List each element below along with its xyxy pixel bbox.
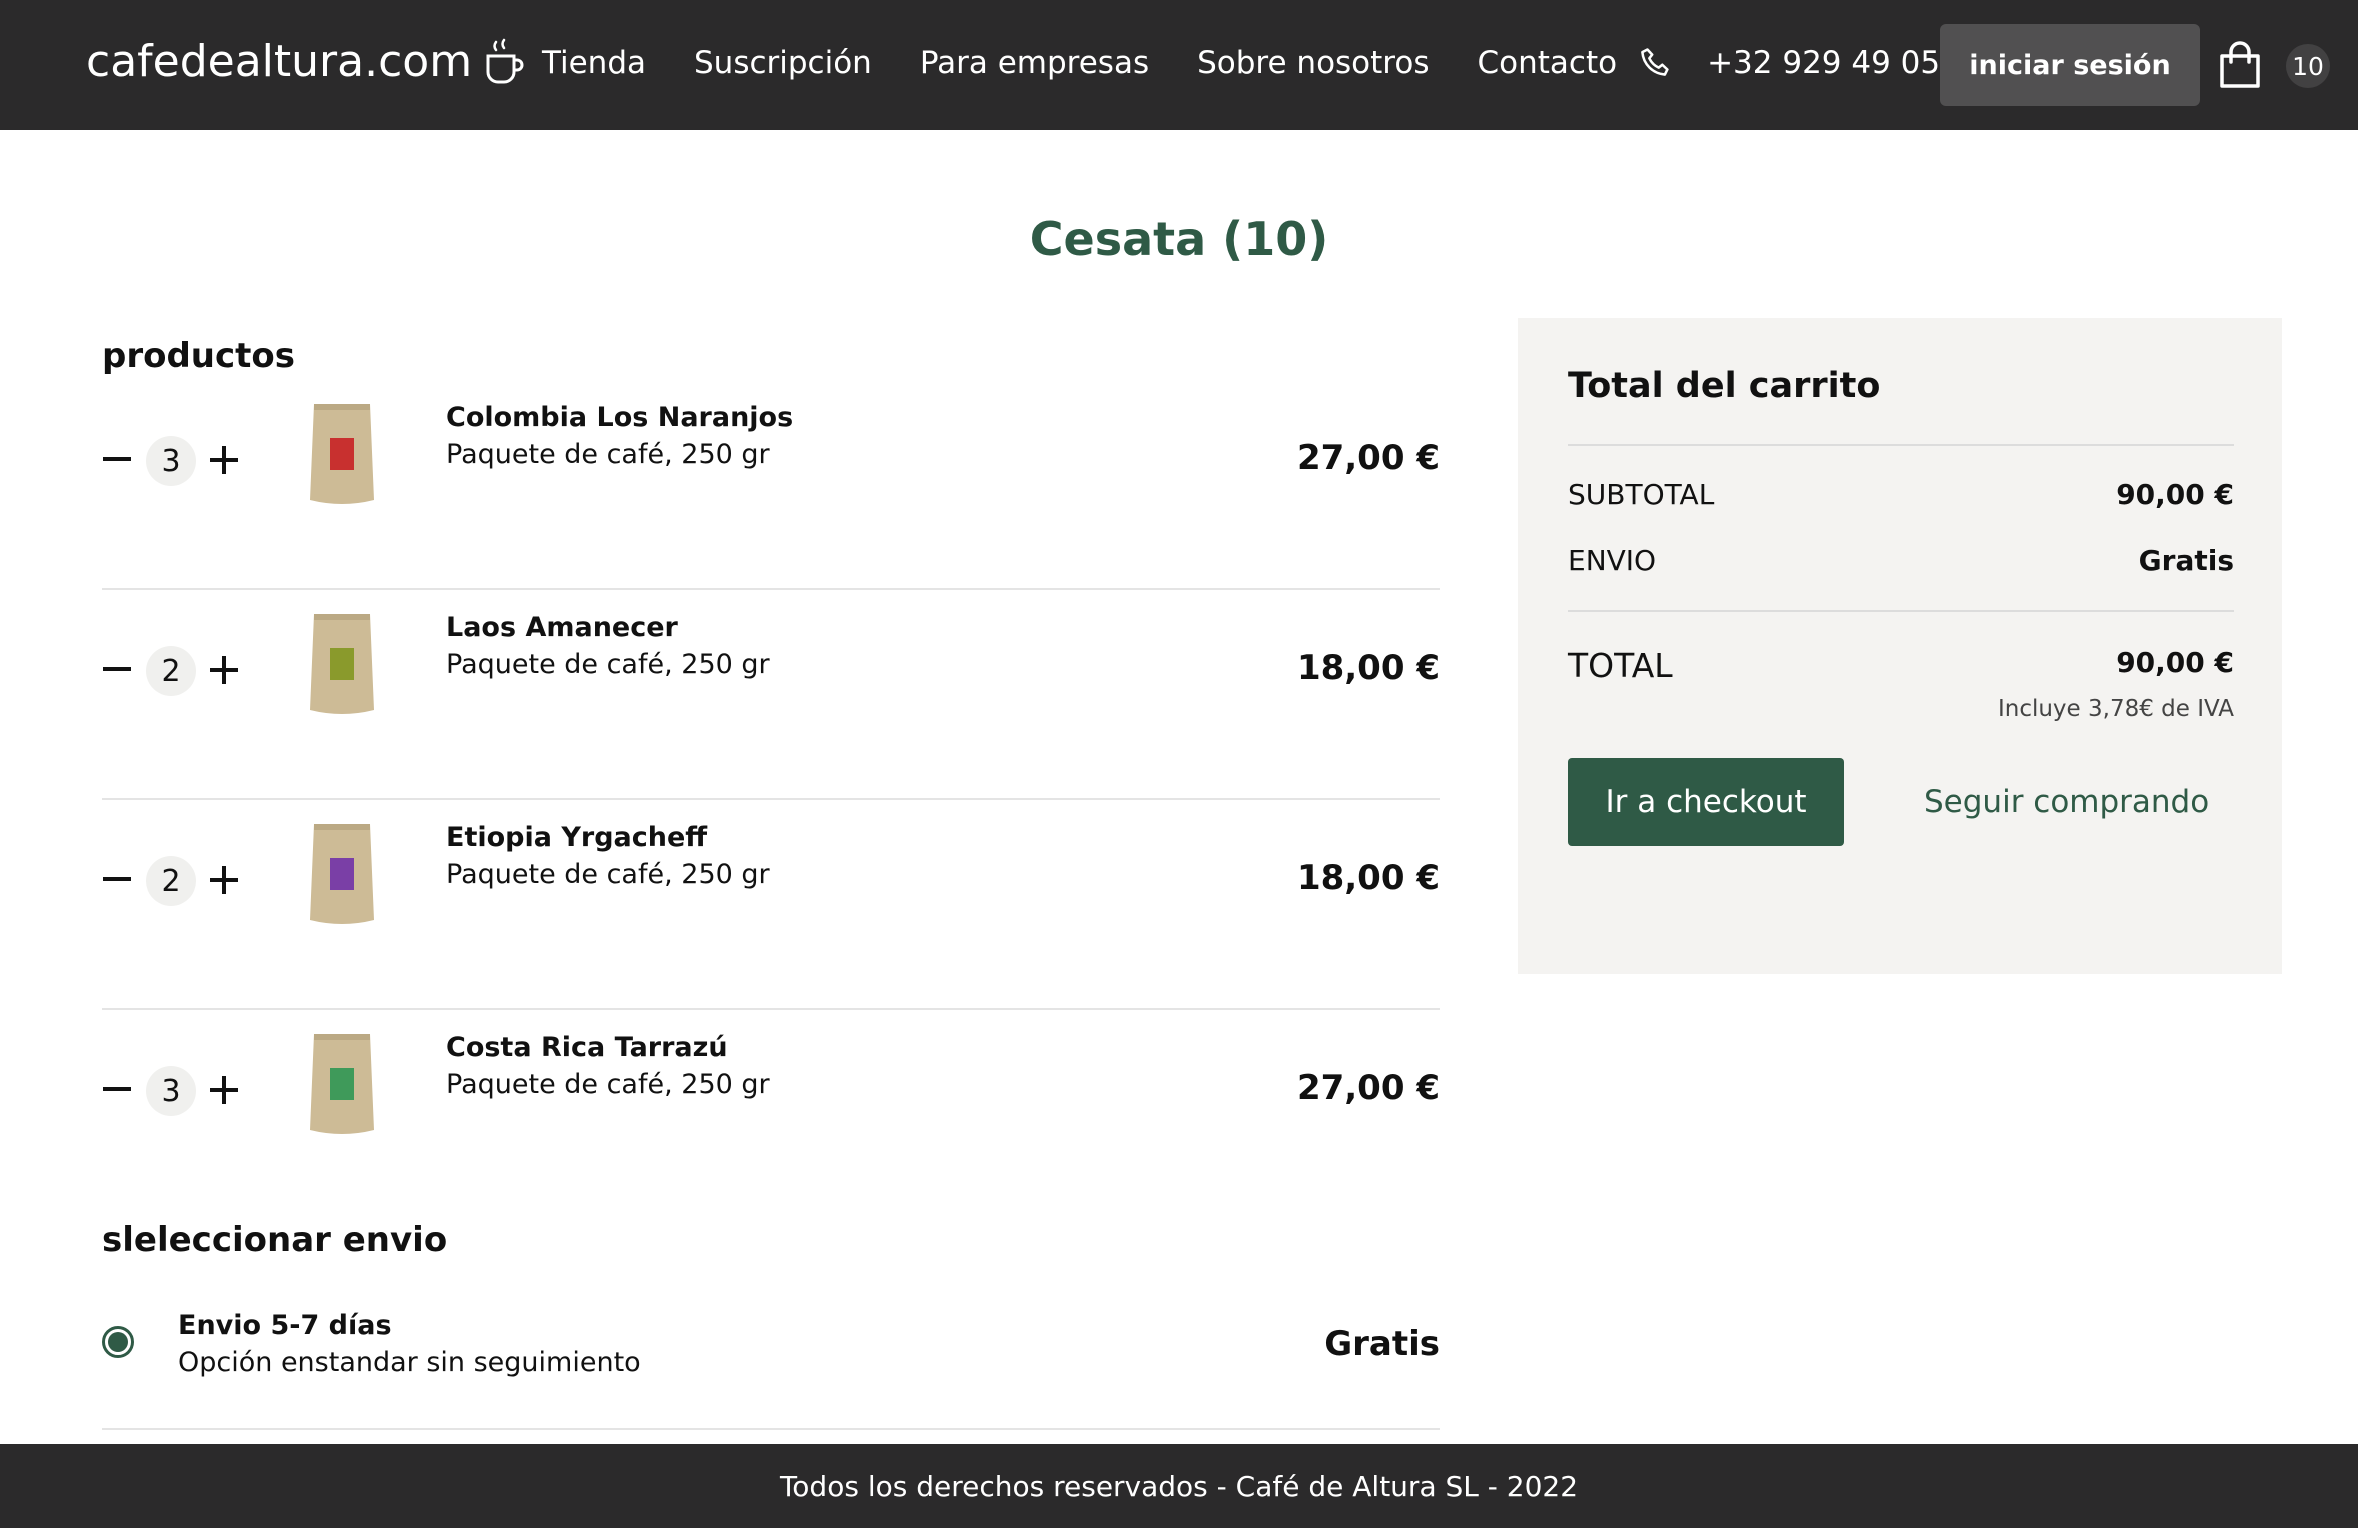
total-label: TOTAL bbox=[1568, 646, 1673, 685]
product-price: 27,00 € bbox=[1296, 1068, 1440, 1108]
increase-quantity-button[interactable] bbox=[208, 1074, 240, 1106]
product-row: 2 Laos Amanecer Paquete de café, 250 gr … bbox=[102, 590, 1440, 800]
decrease-quantity-button[interactable] bbox=[102, 864, 132, 894]
increase-quantity-button[interactable] bbox=[208, 654, 240, 686]
shopping-bag-icon[interactable] bbox=[2218, 40, 2262, 90]
shipping-info: Envio 5-7 días Opción enstandar sin segu… bbox=[178, 1310, 641, 1378]
shipping-heading: sleleccionar envio bbox=[102, 1220, 448, 1260]
product-name[interactable]: Colombia Los Naranjos bbox=[446, 402, 793, 433]
cart-summary: Total del carrito SUBTOTAL 90,00 € ENVIO… bbox=[1518, 318, 2282, 974]
increase-quantity-button[interactable] bbox=[208, 864, 240, 896]
subtotal-value: 90,00 € bbox=[2116, 478, 2234, 511]
quantity-value: 3 bbox=[146, 436, 196, 486]
main-nav: Tienda Suscripción Para empresas Sobre n… bbox=[542, 44, 1989, 82]
quantity-value: 2 bbox=[146, 646, 196, 696]
nav-suscripcion[interactable]: Suscripción bbox=[694, 45, 872, 81]
product-description: Paquete de café, 250 gr bbox=[446, 649, 770, 680]
product-description: Paquete de café, 250 gr bbox=[446, 439, 770, 470]
decrease-quantity-button[interactable] bbox=[102, 654, 132, 684]
shipping-price: Gratis bbox=[1324, 1324, 1440, 1364]
increase-quantity-button[interactable] bbox=[208, 444, 240, 476]
total-value: 90,00 € bbox=[2116, 646, 2234, 679]
shipping-option: Envio 5-7 días Opción enstandar sin segu… bbox=[102, 1300, 1440, 1430]
product-price: 18,00 € bbox=[1296, 858, 1440, 898]
coffee-bag-image bbox=[310, 1034, 374, 1134]
coffee-bag-image bbox=[310, 614, 374, 714]
bag-label bbox=[330, 858, 354, 890]
nav-para-empresas[interactable]: Para empresas bbox=[920, 45, 1149, 81]
bag-label bbox=[330, 438, 354, 470]
nav-tienda[interactable]: Tienda bbox=[542, 45, 646, 81]
cart-count-badge[interactable]: 10 bbox=[2286, 44, 2330, 88]
quantity-value: 3 bbox=[146, 1066, 196, 1116]
product-name[interactable]: Etiopia Yrgacheff bbox=[446, 822, 770, 853]
coffee-cup-icon bbox=[486, 38, 524, 83]
vat-note: Incluye 3,78€ de IVA bbox=[1997, 696, 2234, 722]
product-info: Etiopia Yrgacheff Paquete de café, 250 g… bbox=[446, 822, 770, 890]
quantity-value: 2 bbox=[146, 856, 196, 906]
product-price: 18,00 € bbox=[1296, 648, 1440, 688]
product-price: 27,00 € bbox=[1296, 438, 1440, 478]
summary-title: Total del carrito bbox=[1568, 366, 1881, 406]
product-name[interactable]: Costa Rica Tarrazú bbox=[446, 1032, 770, 1063]
product-description: Paquete de café, 250 gr bbox=[446, 1069, 770, 1100]
product-row: 2 Etiopia Yrgacheff Paquete de café, 250… bbox=[102, 800, 1440, 1010]
continue-shopping-link[interactable]: Seguir comprando bbox=[1924, 784, 2209, 820]
nav-sobre-nosotros[interactable]: Sobre nosotros bbox=[1197, 45, 1429, 81]
product-info: Colombia Los Naranjos Paquete de café, 2… bbox=[446, 402, 793, 470]
product-name[interactable]: Laos Amanecer bbox=[446, 612, 770, 643]
product-description: Paquete de café, 250 gr bbox=[446, 859, 770, 890]
bag-label bbox=[330, 1068, 354, 1100]
coffee-bag-image bbox=[310, 824, 374, 924]
shipping-label: ENVIO bbox=[1568, 544, 1657, 577]
shipping-name: Envio 5-7 días bbox=[178, 1310, 392, 1341]
product-row: 3 Colombia Los Naranjos Paquete de café,… bbox=[102, 380, 1440, 590]
divider bbox=[1568, 610, 2234, 612]
product-row: 3 Costa Rica Tarrazú Paquete de café, 25… bbox=[102, 1010, 1440, 1220]
product-info: Laos Amanecer Paquete de café, 250 gr bbox=[446, 612, 770, 680]
decrease-quantity-button[interactable] bbox=[102, 444, 132, 474]
bag-label bbox=[330, 648, 354, 680]
decrease-quantity-button[interactable] bbox=[102, 1074, 132, 1104]
login-button[interactable]: iniciar sesión bbox=[1940, 24, 2200, 106]
shipping-value: Gratis bbox=[2138, 544, 2234, 577]
phone-icon bbox=[1641, 48, 1669, 76]
logo[interactable]: cafedealtura.com bbox=[86, 36, 526, 87]
product-info: Costa Rica Tarrazú Paquete de café, 250 … bbox=[446, 1032, 770, 1100]
shipping-description: Opción enstandar sin seguimiento bbox=[178, 1347, 641, 1378]
divider bbox=[1568, 444, 2234, 446]
checkout-button[interactable]: Ir a checkout bbox=[1568, 758, 1844, 846]
site-footer: Todos los derechos reservados - Café de … bbox=[0, 1444, 2358, 1528]
site-header: cafedealtura.com Tienda Suscripción Para… bbox=[0, 0, 2358, 130]
page-title: Cesata (10) bbox=[1029, 212, 1329, 266]
nav-contacto[interactable]: Contacto bbox=[1478, 45, 1618, 81]
logo-text: cafedealtura.com bbox=[86, 36, 473, 87]
subtotal-label: SUBTOTAL bbox=[1568, 478, 1715, 511]
shipping-radio[interactable] bbox=[102, 1326, 134, 1358]
coffee-bag-image bbox=[310, 404, 374, 504]
products-heading: productos bbox=[102, 336, 296, 376]
